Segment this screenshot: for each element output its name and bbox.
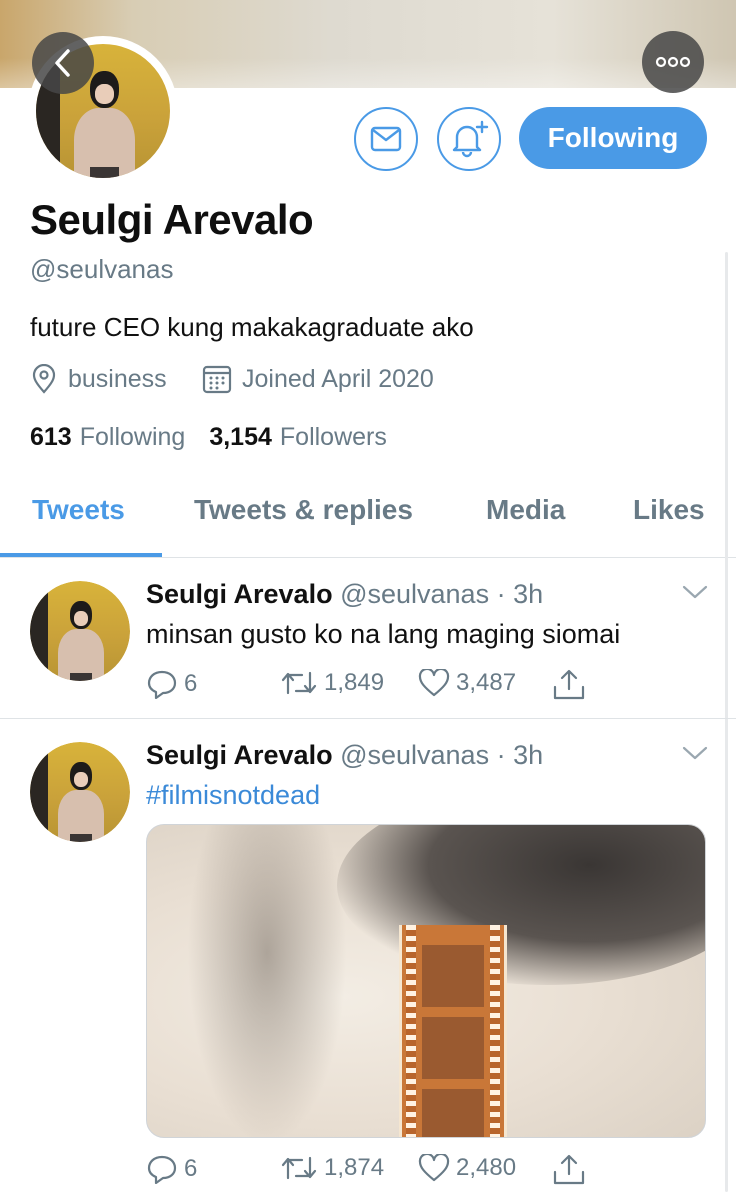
bell-plus-icon bbox=[452, 120, 489, 158]
following-label: Following bbox=[79, 423, 186, 451]
tweet-header: Seulgi Arevalo @seulvanas · 3h bbox=[146, 740, 544, 770]
tweet-avatar[interactable] bbox=[30, 742, 130, 842]
share-icon bbox=[553, 669, 585, 700]
like-count: 3,487 bbox=[456, 669, 517, 696]
share-button[interactable] bbox=[552, 1154, 592, 1186]
retweet-count: 1,874 bbox=[324, 1154, 385, 1181]
followers-label: Followers bbox=[279, 423, 387, 451]
tweet-author-name[interactable]: Seulgi Arevalo bbox=[146, 579, 333, 609]
calendar-icon bbox=[202, 365, 232, 394]
tweet-author-handle: @seulvanas bbox=[340, 740, 490, 770]
active-tab-indicator bbox=[0, 553, 162, 557]
back-button[interactable] bbox=[32, 32, 94, 94]
share-icon bbox=[553, 1154, 585, 1185]
reply-icon bbox=[147, 670, 177, 699]
tweet[interactable]: Seulgi Arevalo @seulvanas · 3h minsan gu… bbox=[0, 559, 736, 719]
joined-text: Joined April 2020 bbox=[242, 364, 434, 393]
share-button[interactable] bbox=[552, 669, 592, 701]
tweet-hashtag[interactable]: #filmisnotdead bbox=[146, 780, 320, 811]
film-strip bbox=[399, 925, 507, 1137]
profile-location: business bbox=[30, 364, 167, 394]
retweet-button[interactable]: 1,849 bbox=[280, 669, 384, 697]
like-count: 2,480 bbox=[456, 1154, 517, 1181]
tweet-author-name[interactable]: Seulgi Arevalo bbox=[146, 740, 333, 770]
retweet-icon bbox=[281, 671, 317, 695]
tweet[interactable]: Seulgi Arevalo @seulvanas · 3h #filmisno… bbox=[0, 720, 736, 1200]
location-pin-icon bbox=[32, 364, 56, 394]
message-button[interactable] bbox=[354, 107, 418, 171]
profile-tabs: Tweets Tweets & replies Media Likes bbox=[0, 470, 736, 558]
avatar-image bbox=[30, 581, 130, 681]
followers-count: 3,154 bbox=[209, 423, 272, 451]
tab-tweets-replies[interactable]: Tweets & replies bbox=[194, 494, 413, 526]
tweet-text: minsan gusto ko na lang maging siomai bbox=[146, 619, 621, 649]
profile-name: Seulgi Arevalo bbox=[30, 196, 314, 243]
retweet-button[interactable]: 1,874 bbox=[280, 1154, 384, 1182]
more-options-icon bbox=[655, 56, 691, 68]
tweet-avatar[interactable] bbox=[30, 581, 130, 681]
notifications-button[interactable] bbox=[437, 107, 501, 171]
following-count: 613 bbox=[30, 423, 72, 451]
profile-handle: @seulvanas bbox=[30, 254, 174, 284]
tweet-time: 3h bbox=[513, 579, 544, 609]
reply-button[interactable]: 6 bbox=[146, 1154, 197, 1184]
reply-count: 6 bbox=[184, 1155, 198, 1182]
chevron-down-icon[interactable] bbox=[681, 583, 709, 601]
tweet-header: Seulgi Arevalo @seulvanas · 3h bbox=[146, 579, 544, 609]
profile-bio: future CEO kung makakagraduate ako bbox=[30, 312, 474, 342]
tab-media[interactable]: Media bbox=[486, 494, 565, 526]
reply-icon bbox=[147, 1155, 177, 1184]
mail-icon bbox=[370, 126, 402, 152]
retweet-icon bbox=[281, 1156, 317, 1180]
retweet-count: 1,849 bbox=[324, 669, 385, 696]
tab-likes[interactable]: Likes bbox=[633, 494, 705, 526]
like-icon bbox=[418, 1154, 450, 1182]
tweet-author-handle: @seulvanas bbox=[340, 579, 490, 609]
back-arrow-icon bbox=[55, 49, 70, 77]
like-button[interactable]: 2,480 bbox=[418, 1154, 516, 1182]
like-button[interactable]: 3,487 bbox=[418, 669, 516, 697]
more-options-button[interactable] bbox=[642, 31, 704, 93]
reply-count: 6 bbox=[184, 670, 198, 697]
following-link[interactable]: 613 Following bbox=[30, 423, 185, 452]
following-button[interactable]: Following bbox=[519, 107, 707, 169]
follow-counts: 613 Following 3,154 Followers bbox=[30, 423, 387, 452]
profile-joined: Joined April 2020 bbox=[202, 364, 434, 394]
like-icon bbox=[418, 669, 450, 697]
followers-link[interactable]: 3,154 Followers bbox=[209, 423, 387, 452]
tweet-time: 3h bbox=[513, 740, 544, 770]
location-text: business bbox=[68, 364, 167, 393]
tweet-media-image[interactable] bbox=[146, 824, 706, 1138]
tab-tweets[interactable]: Tweets bbox=[32, 494, 125, 526]
avatar-image bbox=[30, 742, 130, 842]
reply-button[interactable]: 6 bbox=[146, 669, 197, 699]
chevron-down-icon[interactable] bbox=[681, 744, 709, 762]
